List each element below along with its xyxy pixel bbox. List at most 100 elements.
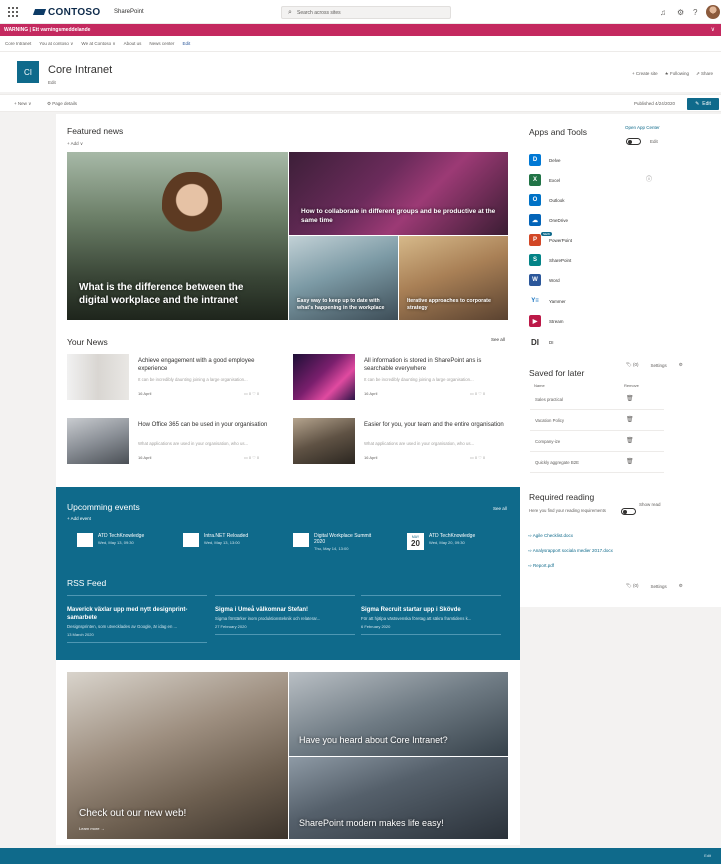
avatar[interactable] xyxy=(706,5,720,19)
app-label: Stream xyxy=(549,318,564,324)
saved-row[interactable]: Company-ize 🗑 xyxy=(530,431,664,452)
rss-feed-title: RSS Feed xyxy=(67,578,107,588)
saved-row[interactable]: Quickly aggregate B2E 🗑 xyxy=(530,452,664,473)
site-title[interactable]: Core Intranet xyxy=(48,64,112,76)
events-see-all-link[interactable]: See all xyxy=(493,506,507,511)
app-label: Word xyxy=(549,277,560,283)
share-button[interactable]: ⇗ Share xyxy=(696,71,713,77)
app-launcher-icon[interactable] xyxy=(8,7,18,17)
required-settings-button[interactable]: Settings xyxy=(650,584,666,589)
search-box[interactable]: ⌕ Search across sites xyxy=(281,6,451,19)
rss-item[interactable]: Sigma i Umeå välkomnar Stefan! Sigma för… xyxy=(215,590,355,635)
stream-icon: ▶ xyxy=(529,315,541,327)
doc-name[interactable]: Agile Checklist.docx xyxy=(533,533,573,538)
trash-icon[interactable]: 🗑 xyxy=(626,416,634,423)
required-doc-link[interactable]: ⇨ Analysrapport sociala medier 2017.docx xyxy=(528,548,613,554)
trash-icon[interactable]: 🗑 xyxy=(626,395,634,402)
rss-divider xyxy=(215,590,355,596)
doc-name[interactable]: Analysrapport sociala medier 2017.docx xyxy=(533,548,613,553)
chevron-down-icon[interactable]: ∨ xyxy=(711,26,715,33)
trash-icon[interactable]: 🗑 xyxy=(626,458,634,465)
doc-name[interactable]: Report.pdf xyxy=(533,563,554,568)
add-event-button[interactable]: + Add event xyxy=(67,516,91,521)
news-thumbnail xyxy=(293,418,355,464)
app-onedrive[interactable]: ☁ OneDrive xyxy=(529,214,568,226)
hubnav-item-home[interactable]: Core Intranet xyxy=(5,41,31,46)
app-outlook[interactable]: O Outlook xyxy=(529,194,565,206)
event-item[interactable]: Digital Workplace Summit 2020 Thu, May 14… xyxy=(293,533,374,551)
hubnav-item-about[interactable]: About us xyxy=(124,41,142,46)
learn-more-link[interactable]: Learn more → xyxy=(79,826,105,831)
open-app-center-link[interactable]: Open App Center xyxy=(625,125,660,130)
saved-settings-button[interactable]: Settings xyxy=(650,363,666,368)
site-logo[interactable]: CI xyxy=(17,61,39,83)
saved-item-name[interactable]: Vacation Policy xyxy=(535,418,564,423)
rss-item[interactable]: Sigma Recruit startar upp i Skövde För a… xyxy=(361,590,501,635)
event-item[interactable]: Intra.NET Reloaded Wed, May 13, 13:00 xyxy=(183,533,248,547)
promo-tile[interactable]: Have you heard about Core Intranet? xyxy=(289,672,508,756)
hubnav-item-we[interactable]: We at Contoso ∨ xyxy=(81,41,115,47)
saved-item-name[interactable]: Company-ize xyxy=(535,439,560,444)
saved-counter[interactable]: 🏷 (0) xyxy=(626,362,638,368)
news-item[interactable]: Easier for you, your team and the entire… xyxy=(293,418,511,468)
hubnav-item-news[interactable]: News center xyxy=(149,41,174,46)
create-site-button[interactable]: + Create site xyxy=(632,71,658,77)
featured-news-item[interactable]: How to collaborate in different groups a… xyxy=(289,152,508,235)
featured-news-item[interactable]: Iterative approaches to corporate strate… xyxy=(399,236,508,320)
add-news-button[interactable]: + Add ∨ xyxy=(67,141,83,147)
saved-row[interactable]: Sales practical 🗑 xyxy=(530,389,664,410)
help-icon[interactable]: ? xyxy=(693,8,697,17)
gear-icon[interactable]: ⚙ xyxy=(679,583,683,589)
saved-toolbar: 🏷 (0) Settings ⚙ xyxy=(626,362,683,368)
saved-item-name[interactable]: Sales practical xyxy=(535,397,563,402)
edit-button[interactable]: ✎ Edit xyxy=(687,98,719,110)
rss-item[interactable]: Maverick växlar upp med nytt designprint… xyxy=(67,590,207,643)
saved-item-name[interactable]: Quickly aggregate B2E xyxy=(535,460,579,465)
app-excel[interactable]: X Excel xyxy=(529,174,560,186)
show-read-label: Show read xyxy=(639,502,661,507)
app-word[interactable]: W Word xyxy=(529,274,560,286)
promo-main-tile[interactable]: Check out our new web! Learn more → xyxy=(67,672,288,839)
event-item[interactable]: ATD TechKnowledge Wed, May 13, 09:30 xyxy=(77,533,144,547)
footer-edit-link[interactable]: Edit xyxy=(704,853,711,858)
gear-icon[interactable]: ⚙ xyxy=(679,362,683,368)
app-stream[interactable]: ▶ Stream xyxy=(529,315,564,327)
brand-name[interactable]: CONTOSO xyxy=(48,7,100,18)
rss-divider xyxy=(215,633,355,635)
news-item[interactable]: Achieve engagement with a good employee … xyxy=(67,354,285,404)
rss-divider xyxy=(67,590,207,596)
featured-news-main[interactable]: What is the difference between the digit… xyxy=(67,152,288,320)
site-edit-link[interactable]: Edit xyxy=(48,80,56,85)
app-sharepoint[interactable]: S SharePoint xyxy=(529,254,571,266)
news-thumbnail xyxy=(293,354,355,400)
info-icon[interactable]: ⓘ xyxy=(646,174,652,183)
event-item[interactable]: MAY 20 ATD TechKnowledge Wed, May 20, 09:3… xyxy=(407,533,475,550)
hubnav-edit-link[interactable]: Edit xyxy=(182,41,190,46)
outlook-icon: O xyxy=(529,194,541,206)
app-di[interactable]: DI DI xyxy=(529,336,554,348)
rss-divider xyxy=(361,633,501,635)
page-details-button[interactable]: ⚙ Page details xyxy=(47,101,77,107)
following-button[interactable]: ★ Following xyxy=(665,71,689,77)
new-button[interactable]: + New ∨ xyxy=(14,101,31,107)
gear-icon[interactable]: ⚙ xyxy=(677,8,684,17)
news-see-all-link[interactable]: See all xyxy=(491,337,505,342)
app-delve[interactable]: D Delve xyxy=(529,154,561,166)
app-yammer[interactable]: Y≡ Yammer xyxy=(529,295,566,307)
trash-icon[interactable]: 🗑 xyxy=(626,437,634,444)
show-read-toggle[interactable] xyxy=(621,508,636,515)
news-item[interactable]: All information is stored in SharePoint … xyxy=(293,354,511,404)
saved-row[interactable]: Vacation Policy 🗑 xyxy=(530,410,664,431)
required-doc-link[interactable]: ⇨ Agile Checklist.docx xyxy=(528,533,573,539)
featured-news-item[interactable]: Easy way to keep up to date with what's … xyxy=(289,236,398,320)
edit-toggle[interactable] xyxy=(626,138,641,145)
news-item[interactable]: How Office 365 can be used in your organ… xyxy=(67,418,285,468)
bell-icon[interactable]: ♫ xyxy=(660,8,666,17)
required-counter[interactable]: 🏷 (0) xyxy=(626,583,638,589)
app-label: Outlook xyxy=(549,197,565,203)
hubnav-item-you[interactable]: You at contoso ∨ xyxy=(39,41,73,47)
sharepoint-icon: S xyxy=(529,254,541,266)
promo-tile[interactable]: SharePoint modern makes life easy! xyxy=(289,757,508,839)
app-name[interactable]: SharePoint xyxy=(114,9,144,15)
required-doc-link[interactable]: ⇨ Report.pdf xyxy=(528,563,554,569)
